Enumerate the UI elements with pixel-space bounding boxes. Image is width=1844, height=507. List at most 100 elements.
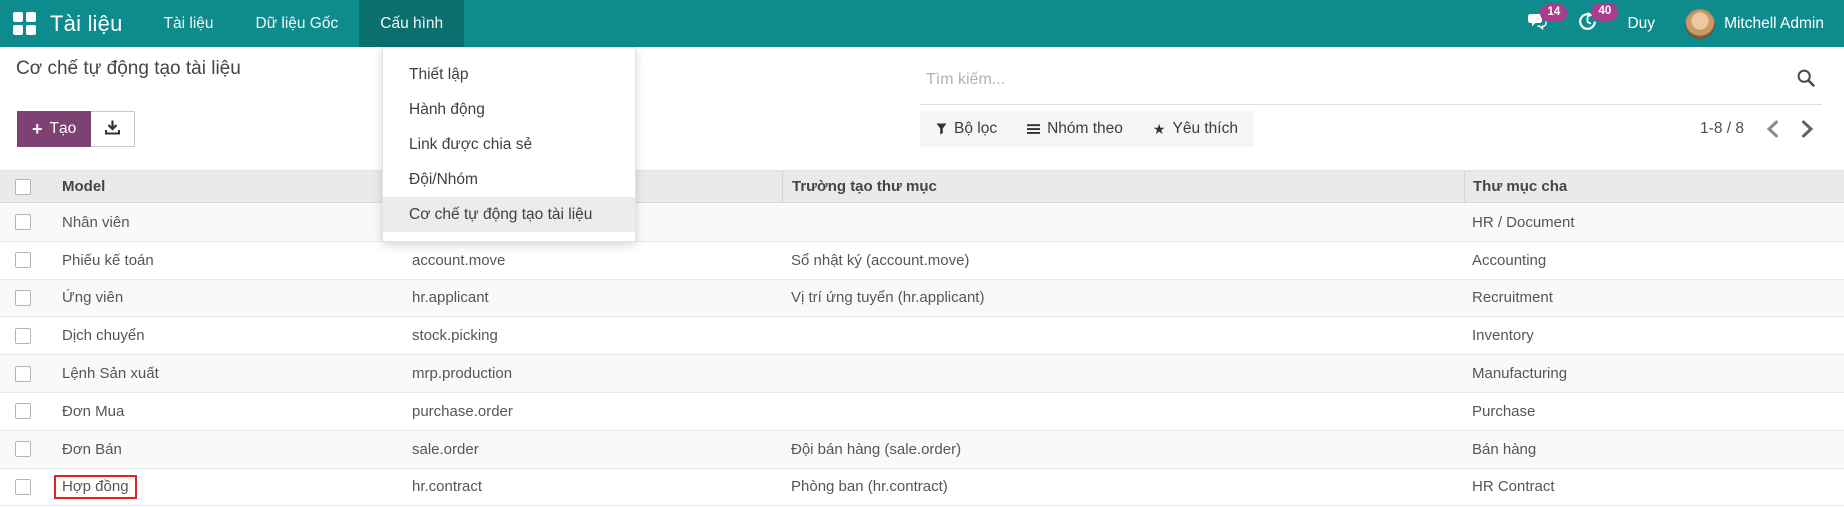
cell-folder-field: Sổ nhật ký (account.move) [782,252,1464,269]
config-dropdown-menu: Thiết lập Hành động Link được chia sẻ Độ… [382,47,636,242]
table-row[interactable]: Lệnh Sản xuất mrp.production Manufacturi… [0,355,1844,393]
row-checkbox[interactable] [0,328,46,344]
checkbox-icon [15,290,31,306]
pager-next-icon[interactable] [1801,120,1814,138]
export-button[interactable] [91,111,135,147]
pager: 1-8 / 8 [1700,111,1814,147]
cell-name: Dịch chuyển [46,327,396,344]
grid-square [26,25,36,35]
table-row[interactable]: Hợp đồng hr.contract Phòng ban (hr.contr… [0,469,1844,507]
menu-tai-lieu[interactable]: Tài liệu [143,0,235,47]
row-checkbox[interactable] [0,214,46,230]
menu-du-lieu-goc[interactable]: Dữ liệu Gốc [235,0,360,47]
cell-name: Lệnh Sản xuất [46,365,396,382]
cell-name: Ứng viên [46,289,396,306]
pager-previous-icon[interactable] [1766,120,1779,138]
filters-label: Bộ lọc [954,120,997,138]
checkbox-icon [15,479,31,495]
cell-folder-field: Phòng ban (hr.contract) [782,478,1464,495]
cell-name: Nhân viên [46,214,396,231]
search-filters-bar: Bộ lọc Nhóm theo ★ Yêu thích [920,111,1254,147]
group-by-icon [1027,123,1040,135]
cell-model: hr.contract [396,478,782,495]
favorites-label: Yêu thích [1172,120,1238,138]
checkbox-icon [15,179,31,195]
checkbox-icon [15,403,31,419]
row-checkbox[interactable] [0,366,46,382]
cell-parent-folder: Manufacturing [1464,365,1844,382]
cell-parent-folder: Purchase [1464,403,1844,420]
user-menu[interactable]: Mitchell Admin [1685,9,1824,39]
cell-model: account.move [396,252,782,269]
create-button-label: Tạo [50,120,77,138]
search-icon[interactable] [1796,68,1816,93]
create-button[interactable]: + Tạo [17,111,91,147]
app-brand-title[interactable]: Tài liệu [50,11,123,37]
group-by-label: Nhóm theo [1047,120,1123,138]
cell-parent-folder: Inventory [1464,327,1844,344]
dropdown-item-doi-nhom[interactable]: Đội/Nhóm [383,162,635,197]
filters-button[interactable]: Bộ lọc [936,120,997,138]
table-row[interactable]: Đơn Bán sale.order Đội bán hàng (sale.or… [0,431,1844,469]
cell-parent-folder: Bán hàng [1464,441,1844,458]
activities-badge: 40 [1591,3,1618,22]
topbar-left: Tài liệu Tài liệu Dữ liệu Gốc Cấu hình [0,0,464,47]
checkbox-icon [15,214,31,230]
dropdown-item-thiet-lap[interactable]: Thiết lập [383,57,635,92]
row-checkbox[interactable] [0,290,46,306]
table-row[interactable]: Phiếu kế toán account.move Sổ nhật ký (a… [0,242,1844,280]
checkbox-icon [15,252,31,268]
cell-parent-folder: HR Contract [1464,478,1844,495]
select-all-checkbox[interactable] [0,179,46,195]
table-row[interactable]: Nhân viên HR / Document [0,204,1844,242]
cell-model: purchase.order [396,403,782,420]
action-buttons: + Tạo [17,111,135,147]
dropdown-item-hanh-dong[interactable]: Hành động [383,92,635,127]
cell-model: mrp.production [396,365,782,382]
checkbox-icon [15,366,31,382]
cell-model: hr.applicant [396,289,782,306]
table-row[interactable]: Ứng viên hr.applicant Vị trí ứng tuyển (… [0,280,1844,318]
user-name: Mitchell Admin [1724,15,1824,33]
dropdown-item-co-che-tu-dong[interactable]: Cơ chế tự động tạo tài liệu [383,197,635,232]
table-row[interactable]: Đơn Mua purchase.order Purchase [0,393,1844,431]
cell-folder-field: Vị trí ứng tuyển (hr.applicant) [782,289,1464,306]
cell-parent-folder: Recruitment [1464,289,1844,306]
cell-name: Phiếu kế toán [46,252,396,269]
favorites-button[interactable]: ★ Yêu thích [1153,120,1238,138]
cell-model: stock.picking [396,327,782,344]
header-folder-field[interactable]: Trường tạo thư mục [782,171,1464,202]
row-checkbox[interactable] [0,403,46,419]
row-checkbox[interactable] [0,252,46,268]
messages-badge: 14 [1540,4,1567,23]
header-parent-folder[interactable]: Thư mục cha [1464,171,1844,202]
top-navbar: Tài liệu Tài liệu Dữ liệu Gốc Cấu hình 1… [0,0,1844,47]
cell-parent-folder: HR / Document [1464,214,1844,231]
row-checkbox[interactable] [0,479,46,495]
funnel-icon [936,123,947,135]
search-bar [920,56,1822,105]
plus-icon: + [32,120,43,138]
pager-range: 1-8 / 8 [1700,120,1744,138]
activities-button[interactable]: 40 [1578,12,1597,36]
cell-name: Hợp đồng [46,475,396,499]
row-checkbox[interactable] [0,441,46,457]
grid-square [13,25,23,35]
company-switcher[interactable]: Duy [1627,15,1655,33]
topbar-right: 14 40 Duy Mitchell Admin [1527,0,1844,47]
table-body: Nhân viên HR / Document Phiếu kế toán ac… [0,204,1844,506]
search-input[interactable] [920,71,1796,89]
avatar [1685,9,1715,39]
group-by-button[interactable]: Nhóm theo [1027,120,1123,138]
dropdown-item-link-chia-se[interactable]: Link được chia sẻ [383,127,635,162]
table-header-row: Model Trường tạo thư mục Thư mục cha [0,170,1844,203]
messages-button[interactable]: 14 [1527,13,1548,35]
page-title: Cơ chế tự động tạo tài liệu [16,58,241,80]
apps-grid-icon[interactable] [13,12,37,36]
table-row[interactable]: Dịch chuyển stock.picking Inventory [0,317,1844,355]
grid-square [26,12,36,22]
header-model[interactable]: Model [46,178,396,195]
menu-cau-hinh[interactable]: Cấu hình [359,0,464,47]
grid-square [13,12,23,22]
cell-parent-folder: Accounting [1464,252,1844,269]
